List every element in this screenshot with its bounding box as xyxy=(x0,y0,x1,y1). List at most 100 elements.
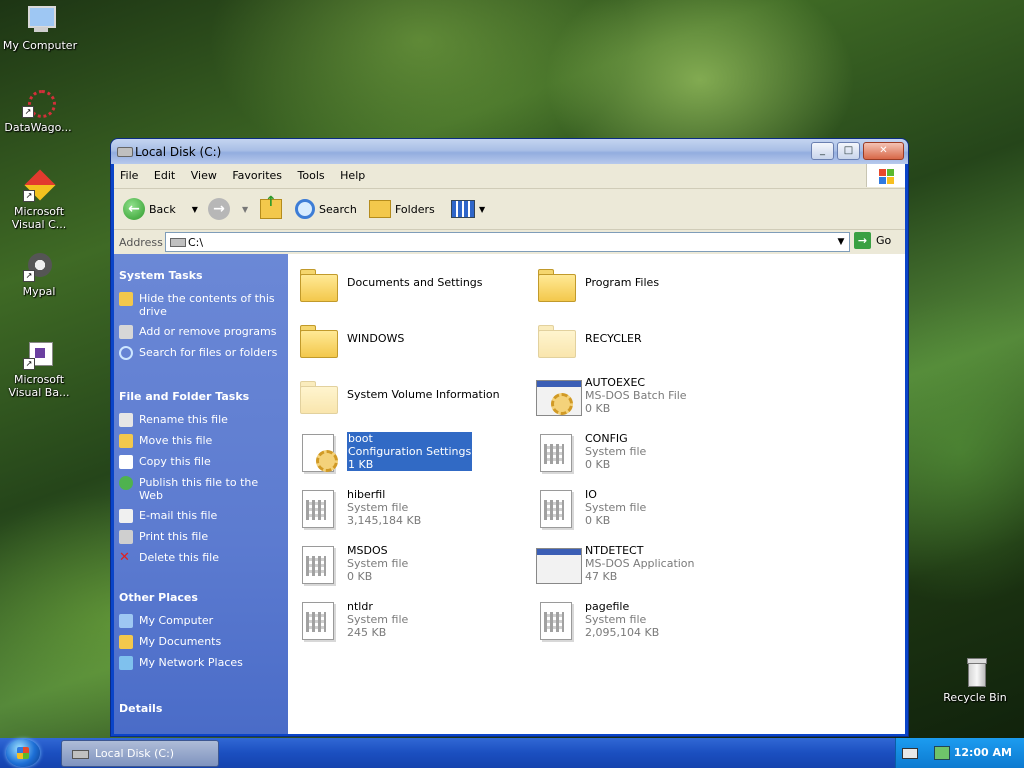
file-view: Documents and Settings Program Files WIN… xyxy=(288,254,905,734)
address-input[interactable]: C:\ ▼ xyxy=(165,232,850,252)
folder-icon xyxy=(298,264,338,304)
place-my-network-places[interactable]: My Network Places xyxy=(119,656,284,670)
hidden-folder-icon xyxy=(298,376,338,416)
folders-icon xyxy=(369,200,391,218)
system-file-icon xyxy=(298,488,338,528)
desktop-icon-mypal[interactable]: ↗ Mypal xyxy=(0,250,81,298)
window-chrome: File Edit View Favorites Tools Help ← Ba… xyxy=(114,164,905,255)
taskbar-task-local-disk[interactable]: Local Disk (C:) xyxy=(61,740,219,767)
desktop-icon-label: Microsoft Visual C... xyxy=(11,205,67,231)
file-pagefile[interactable]: pagefile System file 2,095,104 KB xyxy=(530,594,762,644)
back-dropdown-icon[interactable]: ▼ xyxy=(192,205,198,214)
task-hide-drive-contents[interactable]: Hide the contents of this drive xyxy=(119,292,284,318)
file-autoexec[interactable]: AUTOEXEC MS-DOS Batch File 0 KB xyxy=(530,370,762,420)
search-button[interactable]: Search xyxy=(295,196,357,222)
task-move-file[interactable]: Move this file xyxy=(119,434,284,448)
file-name: Program Files xyxy=(585,276,660,289)
taskbar-task-label: Local Disk (C:) xyxy=(95,747,175,760)
file-ntdetect[interactable]: NTDETECT MS-DOS Application 47 KB xyxy=(530,538,762,588)
file-size: 0 KB xyxy=(585,458,611,471)
desktop-icon-datawago[interactable]: ↗ DataWago... xyxy=(0,86,80,134)
system-tasks-header[interactable]: System Tasks xyxy=(119,269,284,282)
folder-documents-and-settings[interactable]: Documents and Settings xyxy=(292,258,524,308)
up-folder-button[interactable]: ↑ xyxy=(260,194,282,222)
file-name: ntldr xyxy=(347,600,373,613)
place-label: My Documents xyxy=(139,635,222,648)
task-publish-web[interactable]: Publish this file to the Web xyxy=(119,476,284,502)
task-pane: System Tasks Hide the contents of this d… xyxy=(114,254,288,734)
title-bar[interactable]: Local Disk (C:) _ □ ✕ xyxy=(111,139,908,164)
menu-view[interactable]: View xyxy=(185,164,223,182)
keyboard-icon[interactable] xyxy=(902,748,918,759)
folder-program-files[interactable]: Program Files xyxy=(530,258,762,308)
other-places-header[interactable]: Other Places xyxy=(119,591,284,604)
menu-edit[interactable]: Edit xyxy=(148,164,181,182)
desktop-icon-visual-c[interactable]: ↗ Microsoft Visual C... xyxy=(0,169,81,231)
windows-logo-icon xyxy=(17,747,29,759)
task-add-remove-programs[interactable]: Add or remove programs xyxy=(119,325,284,339)
folder-system-volume-information[interactable]: System Volume Information xyxy=(292,370,524,420)
desktop-icon-visual-basic[interactable]: ↗ Microsoft Visual Ba... xyxy=(0,338,81,399)
address-dropdown-icon[interactable]: ▼ xyxy=(833,233,849,251)
other-places-section: Other Places My Computer My Documents My… xyxy=(119,591,284,677)
task-rename-file[interactable]: Rename this file xyxy=(119,413,284,427)
task-search-files[interactable]: Search for files or folders xyxy=(119,346,284,360)
desktop-icon-recycle-bin[interactable]: Recycle Bin xyxy=(933,656,1017,704)
taskbar: Local Disk (C:) 12:00 AM xyxy=(0,738,1024,768)
task-print-file[interactable]: Print this file xyxy=(119,530,284,544)
system-tray: 12:00 AM xyxy=(895,738,1024,768)
network-tray-icon[interactable] xyxy=(934,746,950,760)
go-button[interactable]: → Go xyxy=(854,232,891,249)
file-ntldr[interactable]: ntldr System file 245 KB xyxy=(292,594,524,644)
start-button[interactable] xyxy=(6,739,40,767)
desktop-icon-my-computer[interactable]: My Computer xyxy=(0,4,82,52)
place-my-documents[interactable]: My Documents xyxy=(119,635,284,649)
rename-icon xyxy=(119,413,133,427)
maximize-button[interactable]: □ xyxy=(837,142,860,160)
menu-help[interactable]: Help xyxy=(334,164,371,182)
file-size: 245 KB xyxy=(347,626,387,639)
task-email-file[interactable]: E-mail this file xyxy=(119,509,284,523)
forward-dropdown-icon[interactable]: ▼ xyxy=(242,205,248,214)
file-msdos[interactable]: MSDOS System file 0 KB xyxy=(292,538,524,588)
file-type: MS-DOS Application xyxy=(585,557,695,570)
folder-recycler[interactable]: RECYCLER xyxy=(530,314,762,364)
address-label: Address xyxy=(119,236,163,249)
menu-favorites[interactable]: Favorites xyxy=(226,164,288,182)
folders-button[interactable]: Folders xyxy=(369,196,435,222)
menu-tools[interactable]: Tools xyxy=(292,164,331,182)
details-header[interactable]: Details xyxy=(119,702,284,715)
file-io[interactable]: IO System file 0 KB xyxy=(530,482,762,532)
views-button[interactable]: ▼ xyxy=(451,196,485,222)
minimize-button[interactable]: _ xyxy=(811,142,834,160)
file-type: System file xyxy=(585,445,647,458)
system-file-icon xyxy=(298,600,338,640)
file-config[interactable]: CONFIG System file 0 KB xyxy=(530,426,762,476)
close-button[interactable]: ✕ xyxy=(863,142,904,160)
file-name: System Volume Information xyxy=(347,388,500,401)
mypal-icon: ↗ xyxy=(23,250,55,282)
file-boot[interactable]: boot Configuration Settings 1 KB xyxy=(292,426,524,476)
place-my-computer[interactable]: My Computer xyxy=(119,614,284,628)
recycle-bin-icon xyxy=(959,656,991,688)
file-folder-tasks-header[interactable]: File and Folder Tasks xyxy=(119,390,284,403)
hide-contents-icon xyxy=(119,292,133,306)
back-button[interactable]: ← Back ▼ xyxy=(123,196,198,222)
clock[interactable]: 12:00 AM xyxy=(954,746,1012,759)
task-copy-file[interactable]: Copy this file xyxy=(119,455,284,469)
back-label: Back xyxy=(149,202,176,216)
visual-cpp-icon: ↗ xyxy=(23,169,56,202)
desktop-icon-label: DataWago... xyxy=(4,121,72,134)
folder-windows[interactable]: WINDOWS xyxy=(292,314,524,364)
back-arrow-icon: ← xyxy=(123,198,145,220)
place-label: My Network Places xyxy=(139,656,243,669)
task-delete-file[interactable]: ✕ Delete this file xyxy=(119,551,284,565)
file-hiberfil[interactable]: hiberfil System file 3,145,184 KB xyxy=(292,482,524,532)
file-name: WINDOWS xyxy=(347,332,405,345)
menu-file[interactable]: File xyxy=(114,164,144,182)
forward-button[interactable]: → ▼ xyxy=(208,196,248,222)
system-file-icon xyxy=(536,600,576,640)
shortcut-arrow-icon: ↗ xyxy=(23,190,35,202)
globe-icon xyxy=(119,476,133,490)
task-label: Print this file xyxy=(139,530,209,543)
